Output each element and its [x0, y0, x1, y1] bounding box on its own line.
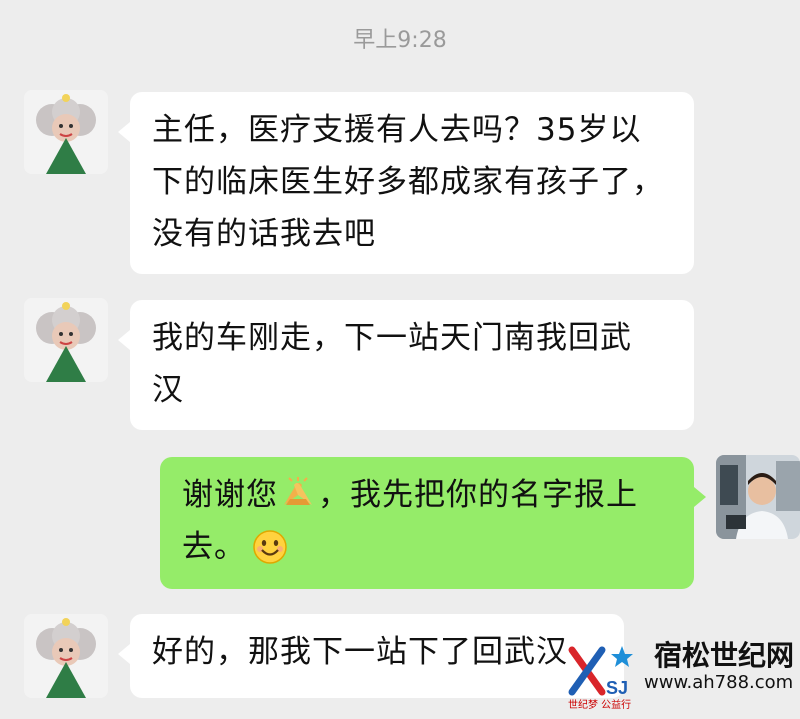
- site-logo-icon: SJ: [568, 646, 633, 698]
- avatar-cartoon-icon: [24, 90, 108, 174]
- avatar-photo-icon: [716, 455, 800, 539]
- message-text: 去。: [182, 529, 246, 565]
- smile-emoji-icon: [253, 530, 287, 564]
- watermark-site-url: www.ah788.com: [644, 672, 794, 693]
- message-text: 下的临床医生好多都成家有孩子了，: [152, 164, 664, 200]
- message-bubble-incoming[interactable]: 我的车刚走，下一站天门南我回武 汉: [130, 300, 694, 430]
- message-text: 好的，那我下一站下了回武汉: [152, 634, 568, 670]
- watermark-site-name: 宿松世纪网: [654, 639, 795, 672]
- contact-avatar[interactable]: [24, 298, 108, 382]
- bubble-tail: [118, 644, 130, 664]
- bubble-tail: [694, 487, 706, 507]
- contact-avatar[interactable]: [24, 614, 108, 698]
- message-text: 我的车刚走，下一站天门南我回武: [152, 320, 632, 356]
- logo-text: SJ: [606, 678, 628, 698]
- message-text: 汉: [152, 372, 184, 408]
- message-timestamp: 早上9:28: [353, 28, 447, 53]
- message-bubble-outgoing[interactable]: 谢谢您 ，我先把你的名字报上 去。: [160, 457, 694, 589]
- message-text: 没有的话我去吧: [152, 216, 376, 252]
- own-avatar[interactable]: [716, 455, 800, 539]
- watermark-tagline: 世纪梦 公益行: [568, 700, 632, 711]
- avatar-cartoon-icon: [24, 614, 108, 698]
- contact-avatar[interactable]: [24, 90, 108, 174]
- bubble-tail: [118, 330, 130, 350]
- site-watermark: SJ 世纪梦 公益行 宿松世纪网 www.ah788.com: [566, 628, 800, 719]
- message-text: 谢谢您: [182, 477, 278, 513]
- avatar-cartoon-icon: [24, 298, 108, 382]
- bubble-tail: [118, 122, 130, 142]
- message-bubble-incoming[interactable]: 好的，那我下一站下了回武汉: [130, 614, 624, 698]
- message-text: 主任，医疗支援有人去吗？35岁以: [152, 112, 642, 148]
- handshake-emoji-icon: [284, 477, 312, 505]
- message-text: ，我先把你的名字报上: [318, 477, 638, 513]
- message-bubble-incoming[interactable]: 主任，医疗支援有人去吗？35岁以 下的临床医生好多都成家有孩子了， 没有的话我去…: [130, 92, 694, 274]
